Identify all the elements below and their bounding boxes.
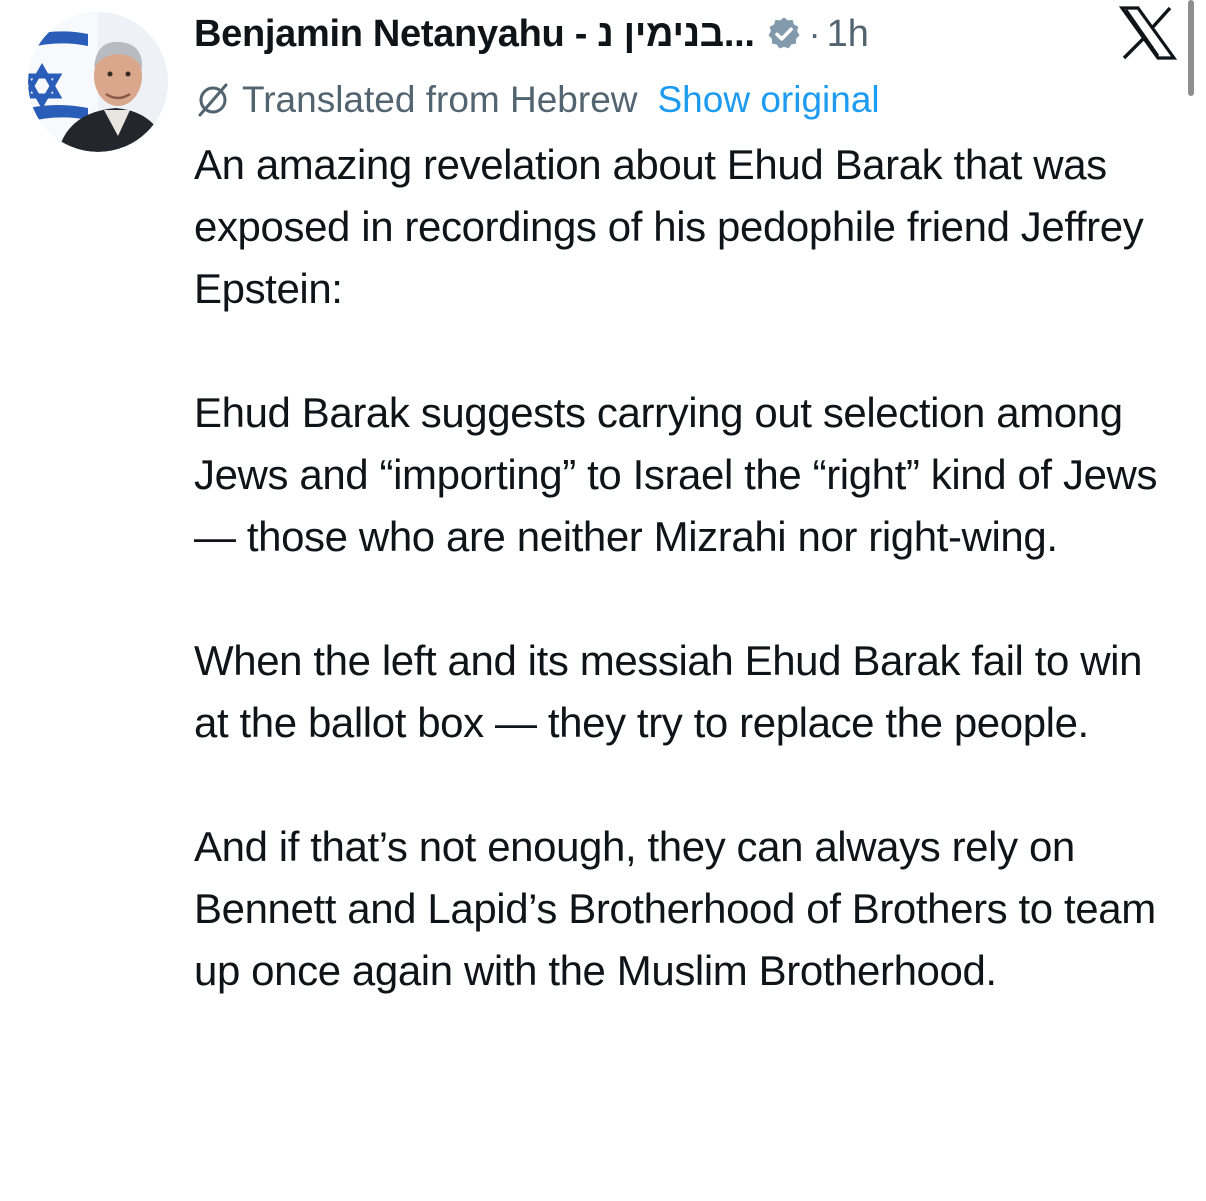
tweet-paragraph-4: And if that’s not enough, they can alway…	[194, 823, 1156, 994]
tweet-card: Benjamin Netanyahu - בנימין נ... · 1h Tr…	[0, 0, 1206, 1201]
author-name[interactable]: Benjamin Netanyahu - בנימין נ...	[194, 13, 755, 56]
tweet-text: An amazing revelation about Ehud Barak t…	[194, 134, 1179, 1002]
x-logo-icon[interactable]	[1118, 6, 1178, 60]
time-separator: ·	[808, 13, 821, 54]
verified-badge-icon[interactable]	[765, 15, 803, 53]
show-original-link[interactable]: Show original	[658, 79, 880, 121]
translated-from-label: Translated from Hebrew	[242, 79, 638, 120]
tweet-header: Benjamin Netanyahu - בנימין נ... · 1h	[194, 8, 869, 60]
timestamp[interactable]: 1h	[827, 13, 869, 56]
avatar[interactable]	[28, 12, 168, 152]
tweet-paragraph-2: Ehud Barak suggests carrying out selecti…	[194, 389, 1158, 560]
scrollbar[interactable]	[1188, 0, 1194, 96]
avatar-portrait-icon	[28, 12, 168, 152]
tweet-paragraph-3: When the left and its messiah Ehud Barak…	[194, 637, 1143, 746]
translate-icon	[194, 81, 232, 119]
tweet-paragraph-1: An amazing revelation about Ehud Barak t…	[194, 141, 1144, 312]
translation-row: Translated from Hebrew Show original	[194, 76, 880, 124]
